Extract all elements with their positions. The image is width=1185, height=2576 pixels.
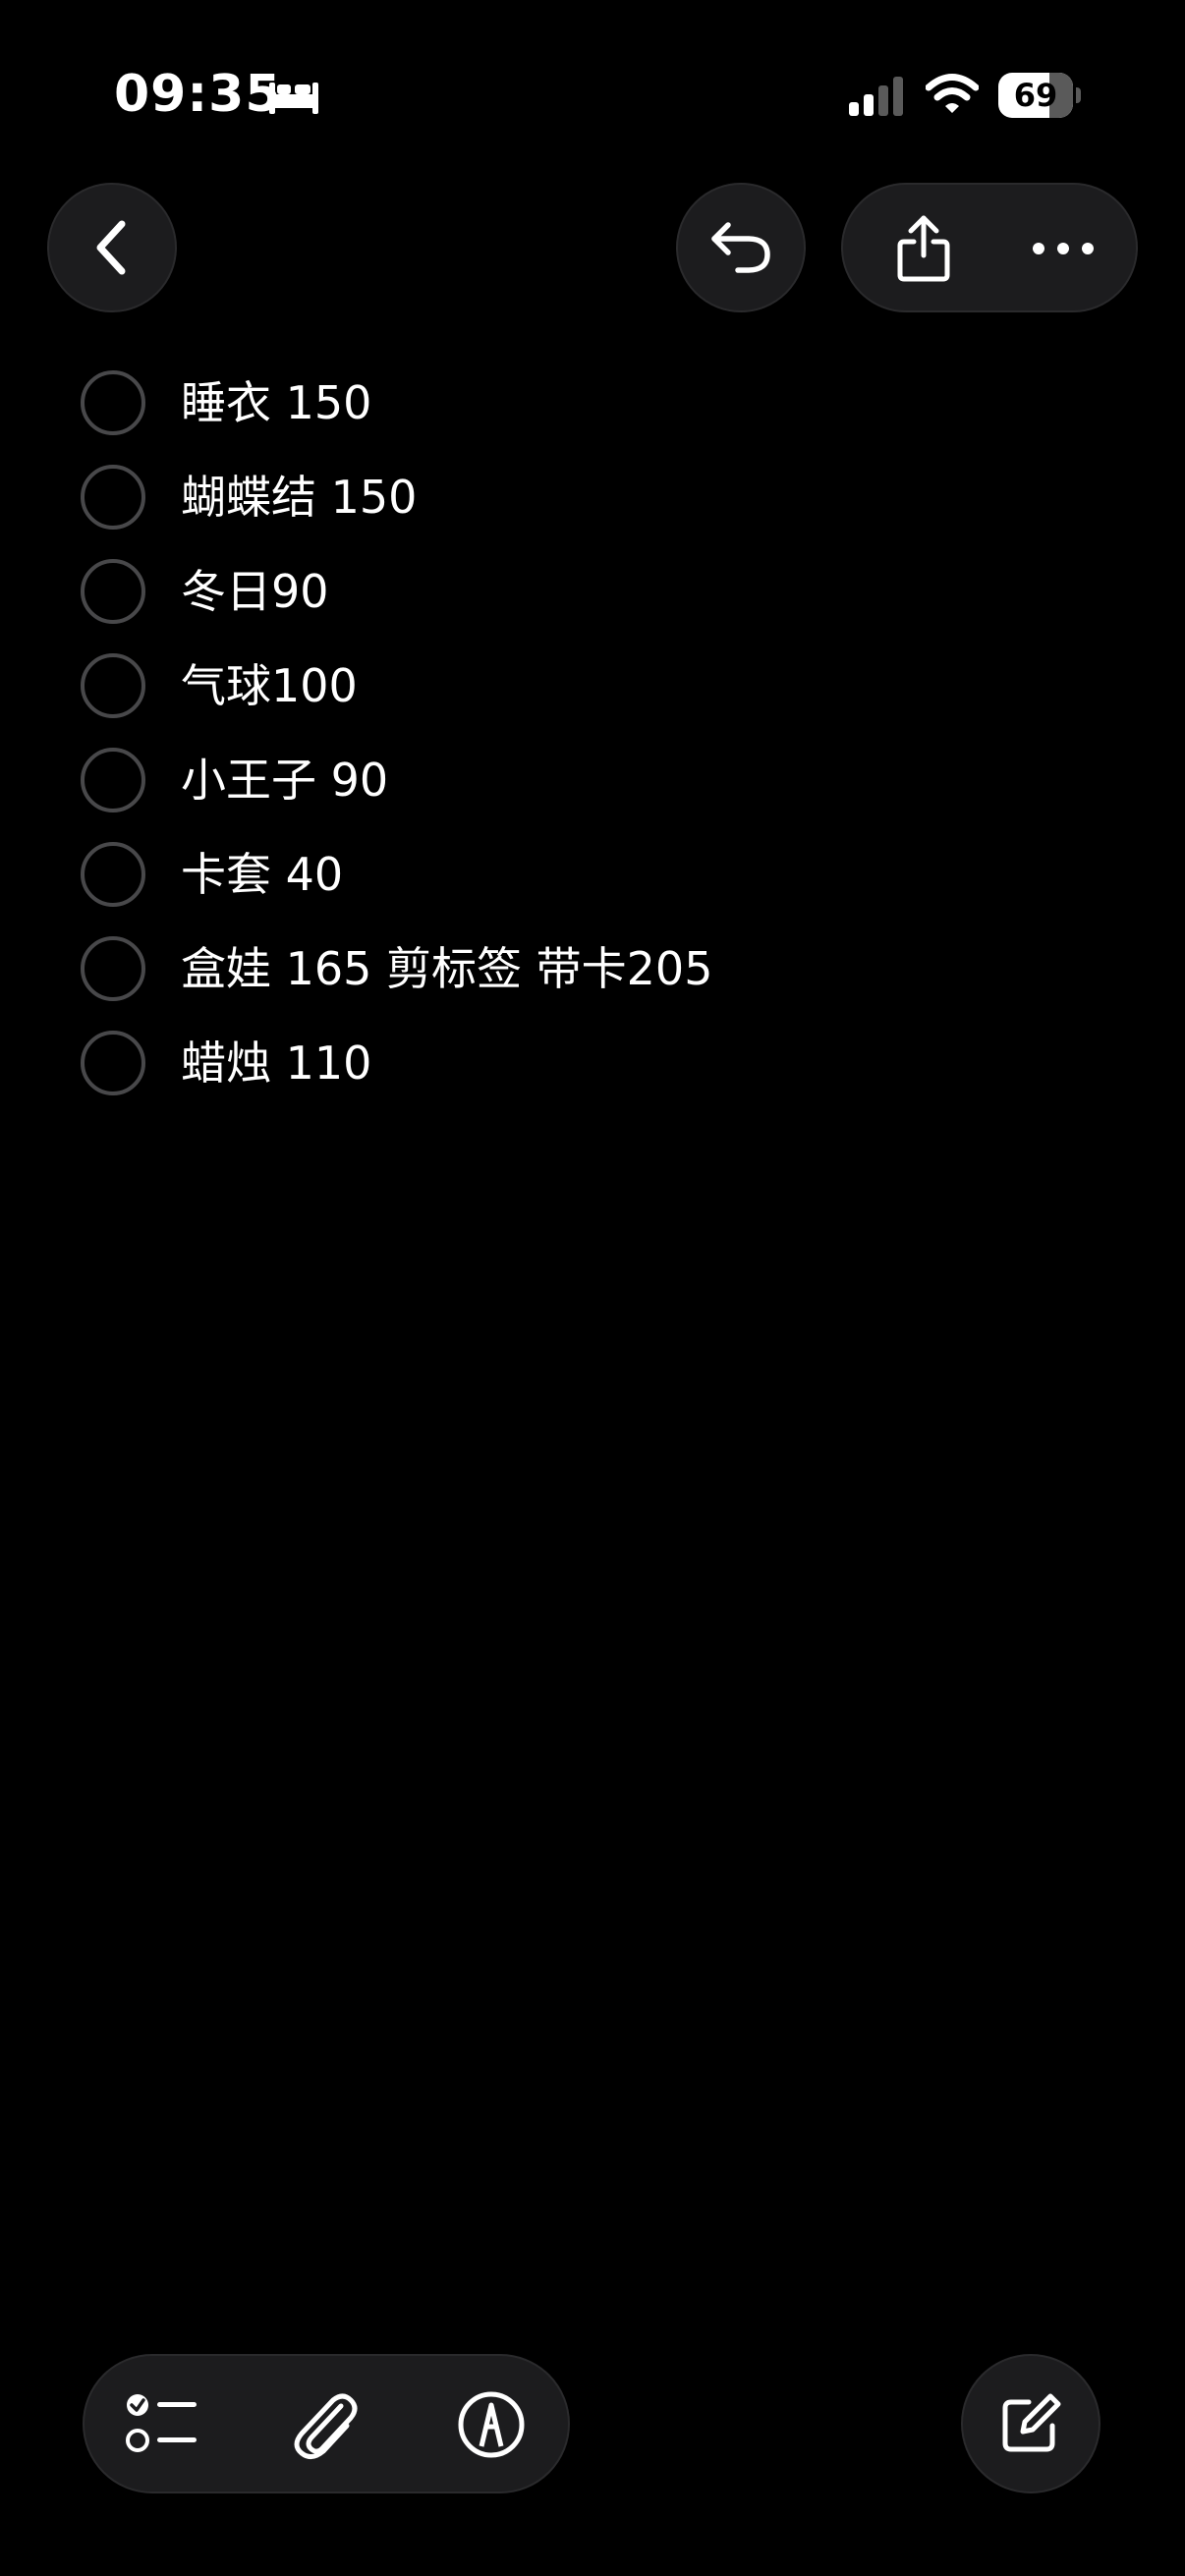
undo-icon (711, 222, 770, 273)
share-button[interactable] (882, 206, 965, 291)
checklist-item-text[interactable]: 气球100 (181, 639, 358, 733)
checklist-item: 睡衣 150 (0, 356, 1185, 450)
checklist-item: 盒娃 165 剪标签 带卡205 (0, 922, 1185, 1016)
checkbox-circle[interactable] (81, 1031, 145, 1095)
cellular-signal-icon (849, 77, 903, 116)
checklist-item-text[interactable]: 睡衣 150 (181, 356, 371, 450)
share-more-group (841, 183, 1138, 312)
checklist: 睡衣 150 蝴蝶结 150 冬日90 气球100 小王子 90 卡套 40 盒… (0, 356, 1185, 1110)
checklist-item: 卡套 40 (0, 827, 1185, 922)
battery-cap (1076, 87, 1081, 103)
checklist-item: 蜡烛 110 (0, 1016, 1185, 1110)
bed-icon (269, 83, 318, 114)
checkbox-circle[interactable] (81, 370, 145, 435)
compose-button[interactable] (961, 2354, 1100, 2493)
checklist-item: 小王子 90 (0, 733, 1185, 827)
ellipsis-icon (1033, 243, 1094, 254)
battery-level: 69 (1013, 77, 1058, 114)
battery-body: 69 (998, 73, 1073, 118)
checkbox-circle[interactable] (81, 559, 145, 624)
checkbox-circle[interactable] (81, 842, 145, 907)
markup-button[interactable] (442, 2376, 540, 2474)
checklist-icon (126, 2394, 197, 2452)
back-button[interactable] (47, 183, 177, 312)
compose-icon (1002, 2393, 1061, 2452)
checklist-item: 冬日90 (0, 544, 1185, 639)
more-button[interactable] (1016, 206, 1110, 291)
checkbox-circle[interactable] (81, 936, 145, 1001)
checklist-item-text[interactable]: 盒娃 165 剪标签 带卡205 (181, 922, 712, 1016)
checklist-item-text[interactable]: 卡套 40 (181, 827, 343, 922)
checklist-item: 蝴蝶结 150 (0, 450, 1185, 544)
checklist-item-text[interactable]: 蜡烛 110 (181, 1016, 371, 1110)
checklist-button[interactable] (114, 2376, 212, 2474)
checklist-item: 气球100 (0, 639, 1185, 733)
status-bar: 09:35 69 (0, 0, 1185, 187)
checkbox-circle[interactable] (81, 653, 145, 718)
checkbox-circle[interactable] (81, 748, 145, 812)
checklist-item-text[interactable]: 冬日90 (181, 544, 329, 639)
share-icon (897, 215, 950, 282)
markup-pen-icon (458, 2391, 525, 2458)
bottom-toolbar (83, 2354, 570, 2493)
chevron-left-icon (96, 220, 126, 275)
wifi-icon (926, 74, 979, 113)
attachment-button[interactable] (277, 2376, 375, 2474)
paperclip-icon (294, 2393, 358, 2459)
checklist-item-text[interactable]: 蝴蝶结 150 (181, 450, 417, 544)
status-time: 09:35 (114, 65, 282, 124)
battery-indicator: 69 (998, 73, 1081, 118)
checklist-item-text[interactable]: 小王子 90 (181, 733, 388, 827)
checkbox-circle[interactable] (81, 465, 145, 530)
undo-button[interactable] (676, 183, 806, 312)
